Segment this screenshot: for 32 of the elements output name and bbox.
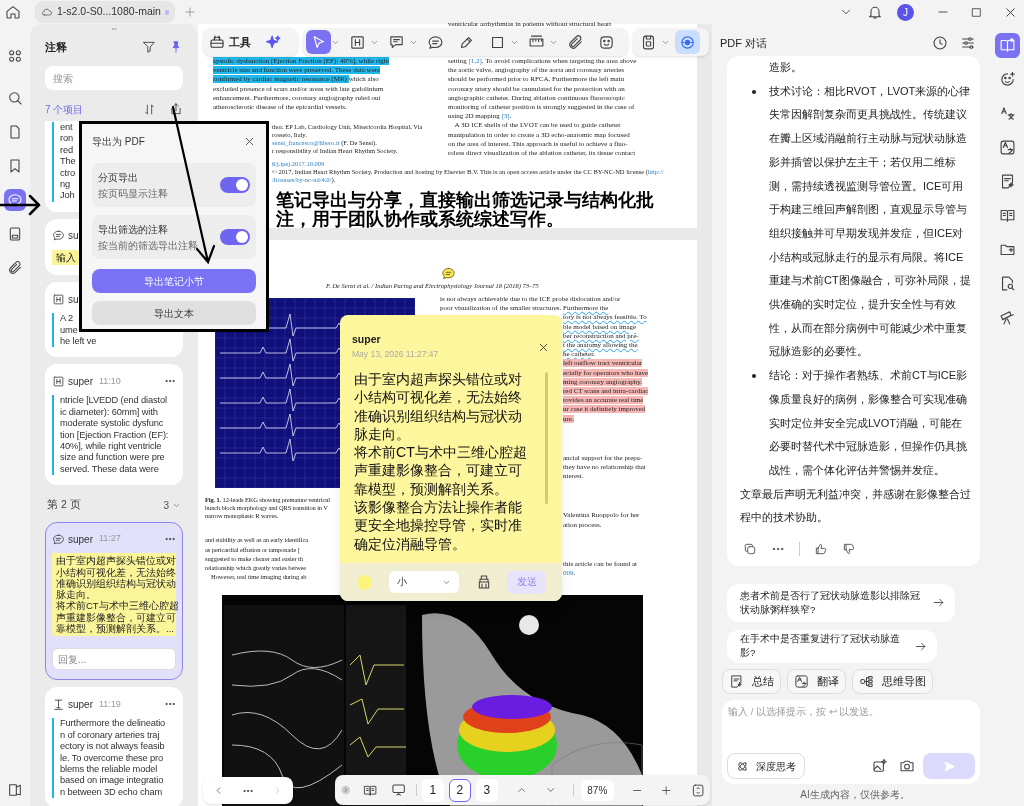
author-name: super: [68, 532, 93, 547]
suggestion-text: 患者术前是否行了冠状动脉造影以排除冠状动脉粥样狭窄?: [740, 588, 921, 617]
page-label: 第 2 页: [47, 497, 81, 513]
item-count: 7 个项目: [45, 102, 84, 117]
dialog-title: 导出为 PDF: [92, 135, 145, 149]
timestamp: May 13, 2026 11:27:47: [352, 348, 439, 360]
caption-text: 笔记导出与分享，直接输出筛选记录与结构化批注，用于团队协作或系统综述写作。: [276, 190, 655, 228]
timestamp: 11:27: [99, 532, 121, 546]
author-name: super: [68, 374, 93, 389]
option-hint: 按页码显示注释: [98, 186, 168, 200]
author-name: super: [352, 333, 382, 346]
message-text: 技术讨论：相比RVOT，LVOT来源的心律失常因解剖复杂而更具挑战性。传统建议在瓣上区域消融前行主动脉与冠状动脉造影并插管以保护左主干；若仅用二维标测，需持续透视监测导管位置。ICE可用于构建三维回声解剖图，直观显示导管与组织接触并可早期发现并发症，但ICE对小结构或冠脉走行的显示有局限。将ICE重建与术前CT图像融合，可弥补局限，提供准确的实时定位，提升安全性与有效性，从而在部分病例中可能减少术中重复冠脉造影的必要性。: [769, 83, 972, 360]
message-text: 结论：对于操作者熟练、术前CT与ICE影像质量良好的病例，影像整合可实现准确实时定位并安全完成LVOT消融，可能在必要时替代术中冠脉造影，但操作仍具挑战性，需个体化评估并警惕并发症。: [769, 368, 968, 478]
disclaimer-text: AI生成内容，仅供参考。: [799, 788, 911, 802]
author-name: super: [68, 697, 93, 712]
annotation-text: Furthermore the delineatio n of coronary arteries traj ectory is not always feasib le. To overcome these pro blems the reliable model based on image integratio n between 3D echo cham: [52, 718, 176, 799]
timestamp: 11:19: [99, 697, 121, 711]
option-label: 分页导出: [98, 170, 139, 185]
annotation-text: ntricle [LVEDD (end diastol ic diameter): 60mm] with moderate systolic dysfunc tion [Ejection Fraction (EF): 40%], while right ventricle size and function were pre served. These data were: [52, 395, 176, 476]
author-name: su: [68, 292, 79, 307]
message-text: 文章最后声明无利益冲突，并感谢在影像整合过程中的技术协助。: [740, 486, 972, 526]
option-hint: 按当前的筛选导出注释: [98, 238, 198, 252]
timestamp: 11:10: [99, 374, 121, 388]
annotation-text: 由于室内超声探头错位或对 小结构可视化差，无法始终 准确识别组织结构与冠状动 脉走向。 将术前CT与术中三维心腔超 声重建影像整合，可建立可 靠模型，预测解剖关系。...: [52, 553, 176, 637]
suggestion-text: 在手术中是否重复进行了冠状动脉造影?: [740, 632, 901, 661]
count-label: 3: [163, 498, 169, 513]
message-text: 造影。: [768, 60, 803, 75]
panel-title: 注释: [45, 39, 67, 55]
author-name: su: [68, 229, 79, 244]
note-text: 由于室内超声探头错位或对 小结构可视化差，无法始终 准确识别组织结构与冠状动 脉走向。 将术前CT与术中三维心腔超 声重建影像整合，可建立可 靠模型，预测解剖关系。 该影像整合方法让操作者能 更安全地操控导管，实时准 确定位消融导管。: [353, 370, 527, 554]
option-label: 导出筛选的注释: [98, 222, 169, 237]
panel-title: PDF 对话: [720, 35, 768, 51]
